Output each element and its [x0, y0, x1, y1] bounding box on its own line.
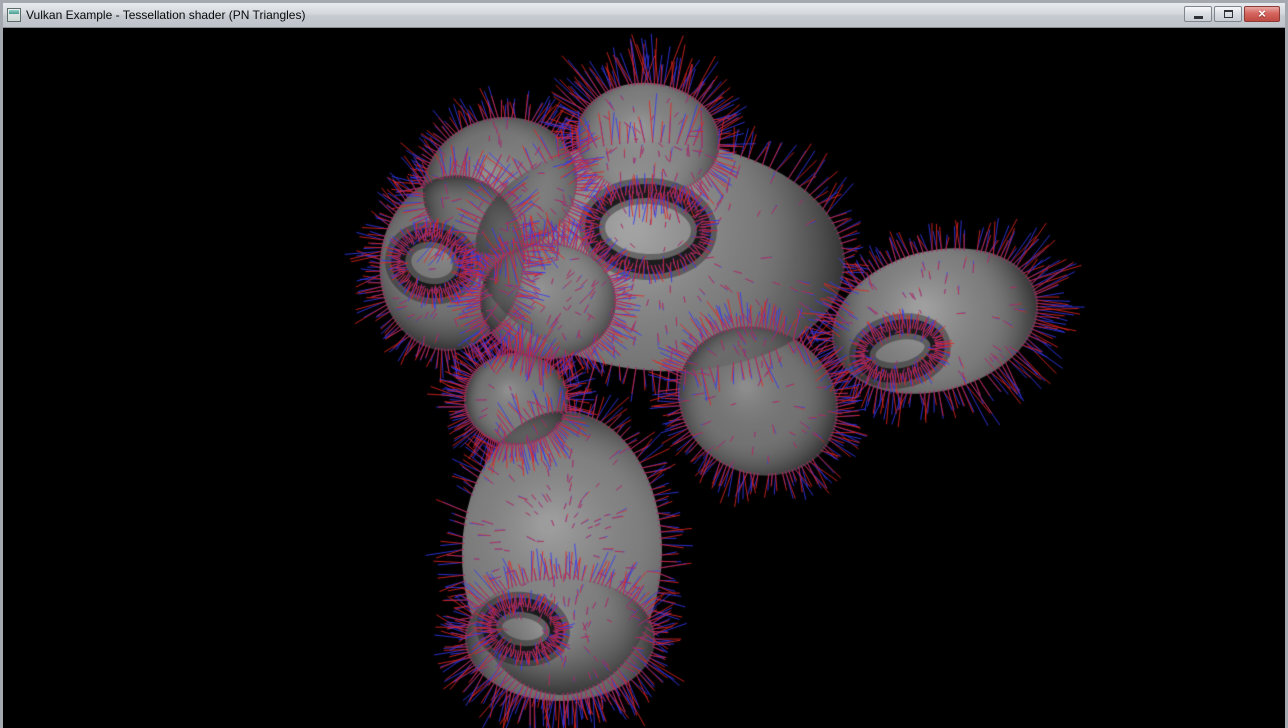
app-window: Vulkan Example - Tessellation shader (PN… [0, 0, 1288, 728]
app-icon[interactable] [7, 8, 21, 22]
vulkan-viewport[interactable] [3, 28, 1285, 728]
maximize-icon [1224, 10, 1233, 18]
maximize-button[interactable] [1214, 6, 1242, 22]
render-area [3, 28, 1285, 725]
minimize-icon [1194, 16, 1203, 19]
close-icon: × [1258, 7, 1266, 21]
close-button[interactable]: × [1244, 6, 1280, 22]
minimize-button[interactable] [1184, 6, 1212, 22]
window-title: Vulkan Example - Tessellation shader (PN… [26, 3, 305, 27]
titlebar[interactable]: Vulkan Example - Tessellation shader (PN… [3, 3, 1285, 28]
window-controls: × [1184, 6, 1280, 22]
